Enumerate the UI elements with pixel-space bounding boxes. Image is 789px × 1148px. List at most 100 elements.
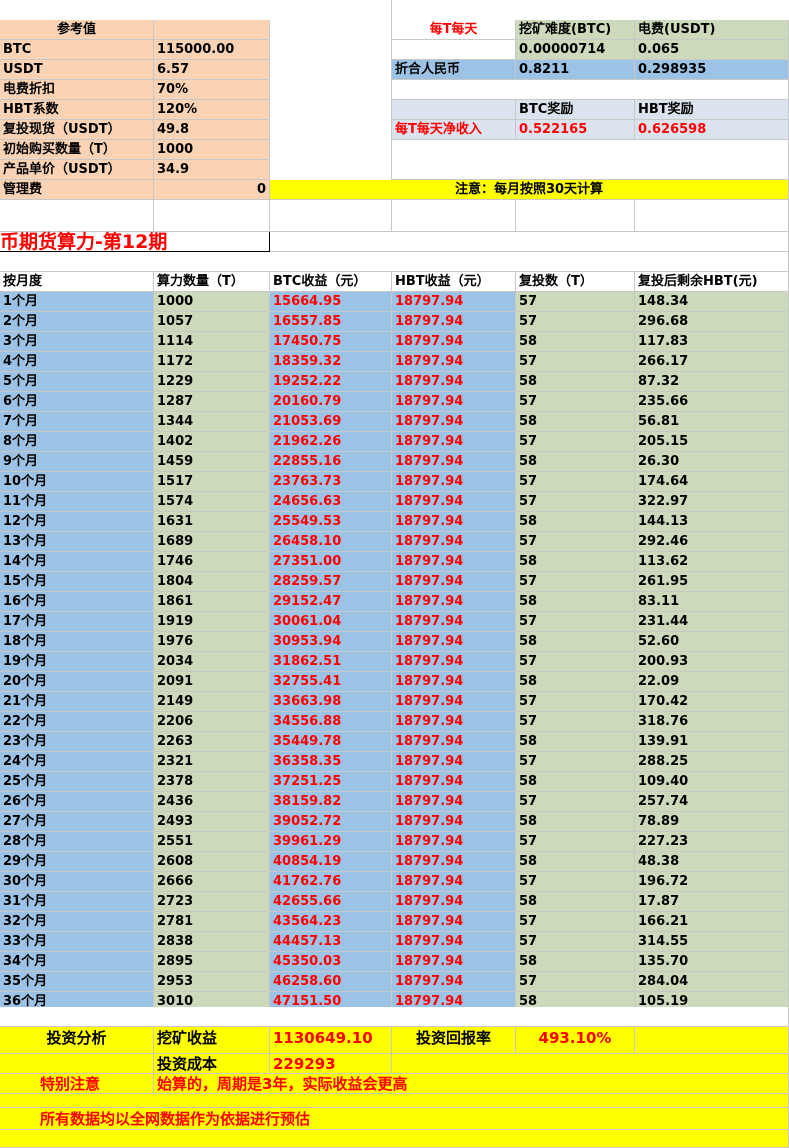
table-cell[interactable]: 18797.94 bbox=[392, 812, 516, 832]
mining-empty-1[interactable] bbox=[392, 40, 516, 60]
difficulty-header[interactable]: 挖矿难度(BTC) bbox=[516, 20, 635, 40]
table-cell[interactable]: 2034 bbox=[154, 652, 270, 672]
power-value[interactable]: 0.065 bbox=[635, 40, 789, 60]
table-header-cell[interactable]: HBT收益（元） bbox=[392, 272, 516, 292]
table-cell[interactable]: 314.55 bbox=[635, 932, 789, 952]
gap-cell[interactable] bbox=[270, 0, 392, 200]
empty-a3[interactable] bbox=[270, 200, 392, 232]
roi-label[interactable]: 投资回报率 bbox=[392, 1027, 516, 1054]
table-cell[interactable]: 144.13 bbox=[635, 512, 789, 532]
table-cell[interactable]: 17.87 bbox=[635, 892, 789, 912]
table-cell[interactable]: 45350.03 bbox=[270, 952, 392, 972]
table-cell[interactable]: 2263 bbox=[154, 732, 270, 752]
table-cell[interactable]: 1919 bbox=[154, 612, 270, 632]
table-cell[interactable]: 78.89 bbox=[635, 812, 789, 832]
table-cell[interactable]: 1976 bbox=[154, 632, 270, 652]
btc-reward-header[interactable]: BTC奖励 bbox=[516, 100, 635, 120]
power-header[interactable]: 电费(USDT) bbox=[635, 20, 789, 40]
table-cell[interactable]: 29个月 bbox=[0, 852, 154, 872]
table-cell[interactable]: 34556.88 bbox=[270, 712, 392, 732]
table-cell[interactable]: 57 bbox=[516, 472, 635, 492]
table-cell[interactable]: 2个月 bbox=[0, 312, 154, 332]
table-cell[interactable]: 113.62 bbox=[635, 552, 789, 572]
table-cell[interactable]: 58 bbox=[516, 952, 635, 972]
table-cell[interactable]: 19252.22 bbox=[270, 372, 392, 392]
table-cell[interactable]: 18797.94 bbox=[392, 732, 516, 752]
table-cell[interactable]: 2149 bbox=[154, 692, 270, 712]
table-cell[interactable]: 1631 bbox=[154, 512, 270, 532]
table-cell[interactable]: 2321 bbox=[154, 752, 270, 772]
mining-income-label[interactable]: 挖矿收益 bbox=[154, 1027, 270, 1054]
table-cell[interactable]: 1689 bbox=[154, 532, 270, 552]
table-cell[interactable]: 22855.16 bbox=[270, 452, 392, 472]
table-cell[interactable]: 2895 bbox=[154, 952, 270, 972]
table-cell[interactable]: 36358.35 bbox=[270, 752, 392, 772]
table-cell[interactable]: 292.46 bbox=[635, 532, 789, 552]
reference-label[interactable]: 初始购买数量（T） bbox=[0, 140, 154, 160]
table-cell[interactable]: 32个月 bbox=[0, 912, 154, 932]
table-cell[interactable]: 39052.72 bbox=[270, 812, 392, 832]
table-cell[interactable]: 58 bbox=[516, 452, 635, 472]
table-cell[interactable]: 1804 bbox=[154, 572, 270, 592]
empty-a2[interactable] bbox=[154, 200, 270, 232]
table-cell[interactable]: 33663.98 bbox=[270, 692, 392, 712]
table-cell[interactable]: 2781 bbox=[154, 912, 270, 932]
reward-empty[interactable] bbox=[392, 100, 516, 120]
table-cell[interactable]: 15个月 bbox=[0, 572, 154, 592]
table-cell[interactable]: 22个月 bbox=[0, 712, 154, 732]
table-cell[interactable]: 18797.94 bbox=[392, 612, 516, 632]
table-cell[interactable]: 25个月 bbox=[0, 772, 154, 792]
table-cell[interactable]: 57 bbox=[516, 292, 635, 312]
reference-value[interactable]: 34.9 bbox=[154, 160, 270, 180]
table-cell[interactable]: 18797.94 bbox=[392, 672, 516, 692]
table-cell[interactable]: 1861 bbox=[154, 592, 270, 612]
mining-income-value[interactable]: 1130649.10 bbox=[270, 1027, 392, 1054]
table-cell[interactable]: 1057 bbox=[154, 312, 270, 332]
table-cell[interactable]: 261.95 bbox=[635, 572, 789, 592]
table-cell[interactable]: 2493 bbox=[154, 812, 270, 832]
table-cell[interactable]: 26.30 bbox=[635, 452, 789, 472]
table-cell[interactable]: 2838 bbox=[154, 932, 270, 952]
mining-empty-2[interactable] bbox=[392, 80, 789, 100]
table-cell[interactable]: 32755.41 bbox=[270, 672, 392, 692]
table-cell[interactable]: 57 bbox=[516, 572, 635, 592]
per-t-label[interactable]: 每T每天 bbox=[392, 20, 516, 40]
table-cell[interactable]: 57 bbox=[516, 792, 635, 812]
table-cell[interactable]: 18797.94 bbox=[392, 792, 516, 812]
banner-empty[interactable] bbox=[270, 232, 789, 252]
table-cell[interactable]: 52.60 bbox=[635, 632, 789, 652]
table-cell[interactable]: 57 bbox=[516, 752, 635, 772]
reference-title[interactable]: 参考值 bbox=[0, 20, 154, 40]
reference-label[interactable]: 产品单价（USDT） bbox=[0, 160, 154, 180]
table-cell[interactable]: 87.32 bbox=[635, 372, 789, 392]
table-cell[interactable]: 57 bbox=[516, 352, 635, 372]
table-cell[interactable]: 2953 bbox=[154, 972, 270, 992]
reference-label[interactable]: 复投现货（USDT） bbox=[0, 120, 154, 140]
difficulty-value[interactable]: 0.00000714 bbox=[516, 40, 635, 60]
table-cell[interactable]: 296.68 bbox=[635, 312, 789, 332]
table-cell[interactable]: 18797.94 bbox=[392, 552, 516, 572]
table-cell[interactable]: 18797.94 bbox=[392, 572, 516, 592]
table-cell[interactable]: 58 bbox=[516, 672, 635, 692]
note1-label[interactable]: 特别注意 bbox=[0, 1074, 154, 1094]
summary-empty-5[interactable] bbox=[0, 1130, 789, 1148]
table-cell[interactable]: 41762.76 bbox=[270, 872, 392, 892]
table-cell[interactable]: 58 bbox=[516, 372, 635, 392]
table-cell[interactable]: 18797.94 bbox=[392, 332, 516, 352]
btc-reward-value[interactable]: 0.522165 bbox=[516, 120, 635, 140]
table-cell[interactable]: 30个月 bbox=[0, 872, 154, 892]
reference-label[interactable]: BTC bbox=[0, 40, 154, 60]
table-cell[interactable]: 231.44 bbox=[635, 612, 789, 632]
table-cell[interactable]: 83.11 bbox=[635, 592, 789, 612]
table-cell[interactable]: 58 bbox=[516, 592, 635, 612]
summary-empty-1[interactable] bbox=[635, 1027, 789, 1054]
cost-value[interactable]: 229293 bbox=[270, 1054, 392, 1074]
table-cell[interactable]: 58 bbox=[516, 732, 635, 752]
table-cell[interactable]: 18797.94 bbox=[392, 892, 516, 912]
table-cell[interactable]: 18797.94 bbox=[392, 872, 516, 892]
table-cell[interactable]: 1229 bbox=[154, 372, 270, 392]
table-cell[interactable]: 18797.94 bbox=[392, 412, 516, 432]
table-cell[interactable]: 109.40 bbox=[635, 772, 789, 792]
table-cell[interactable]: 322.97 bbox=[635, 492, 789, 512]
table-header-cell[interactable]: 复投数（T） bbox=[516, 272, 635, 292]
